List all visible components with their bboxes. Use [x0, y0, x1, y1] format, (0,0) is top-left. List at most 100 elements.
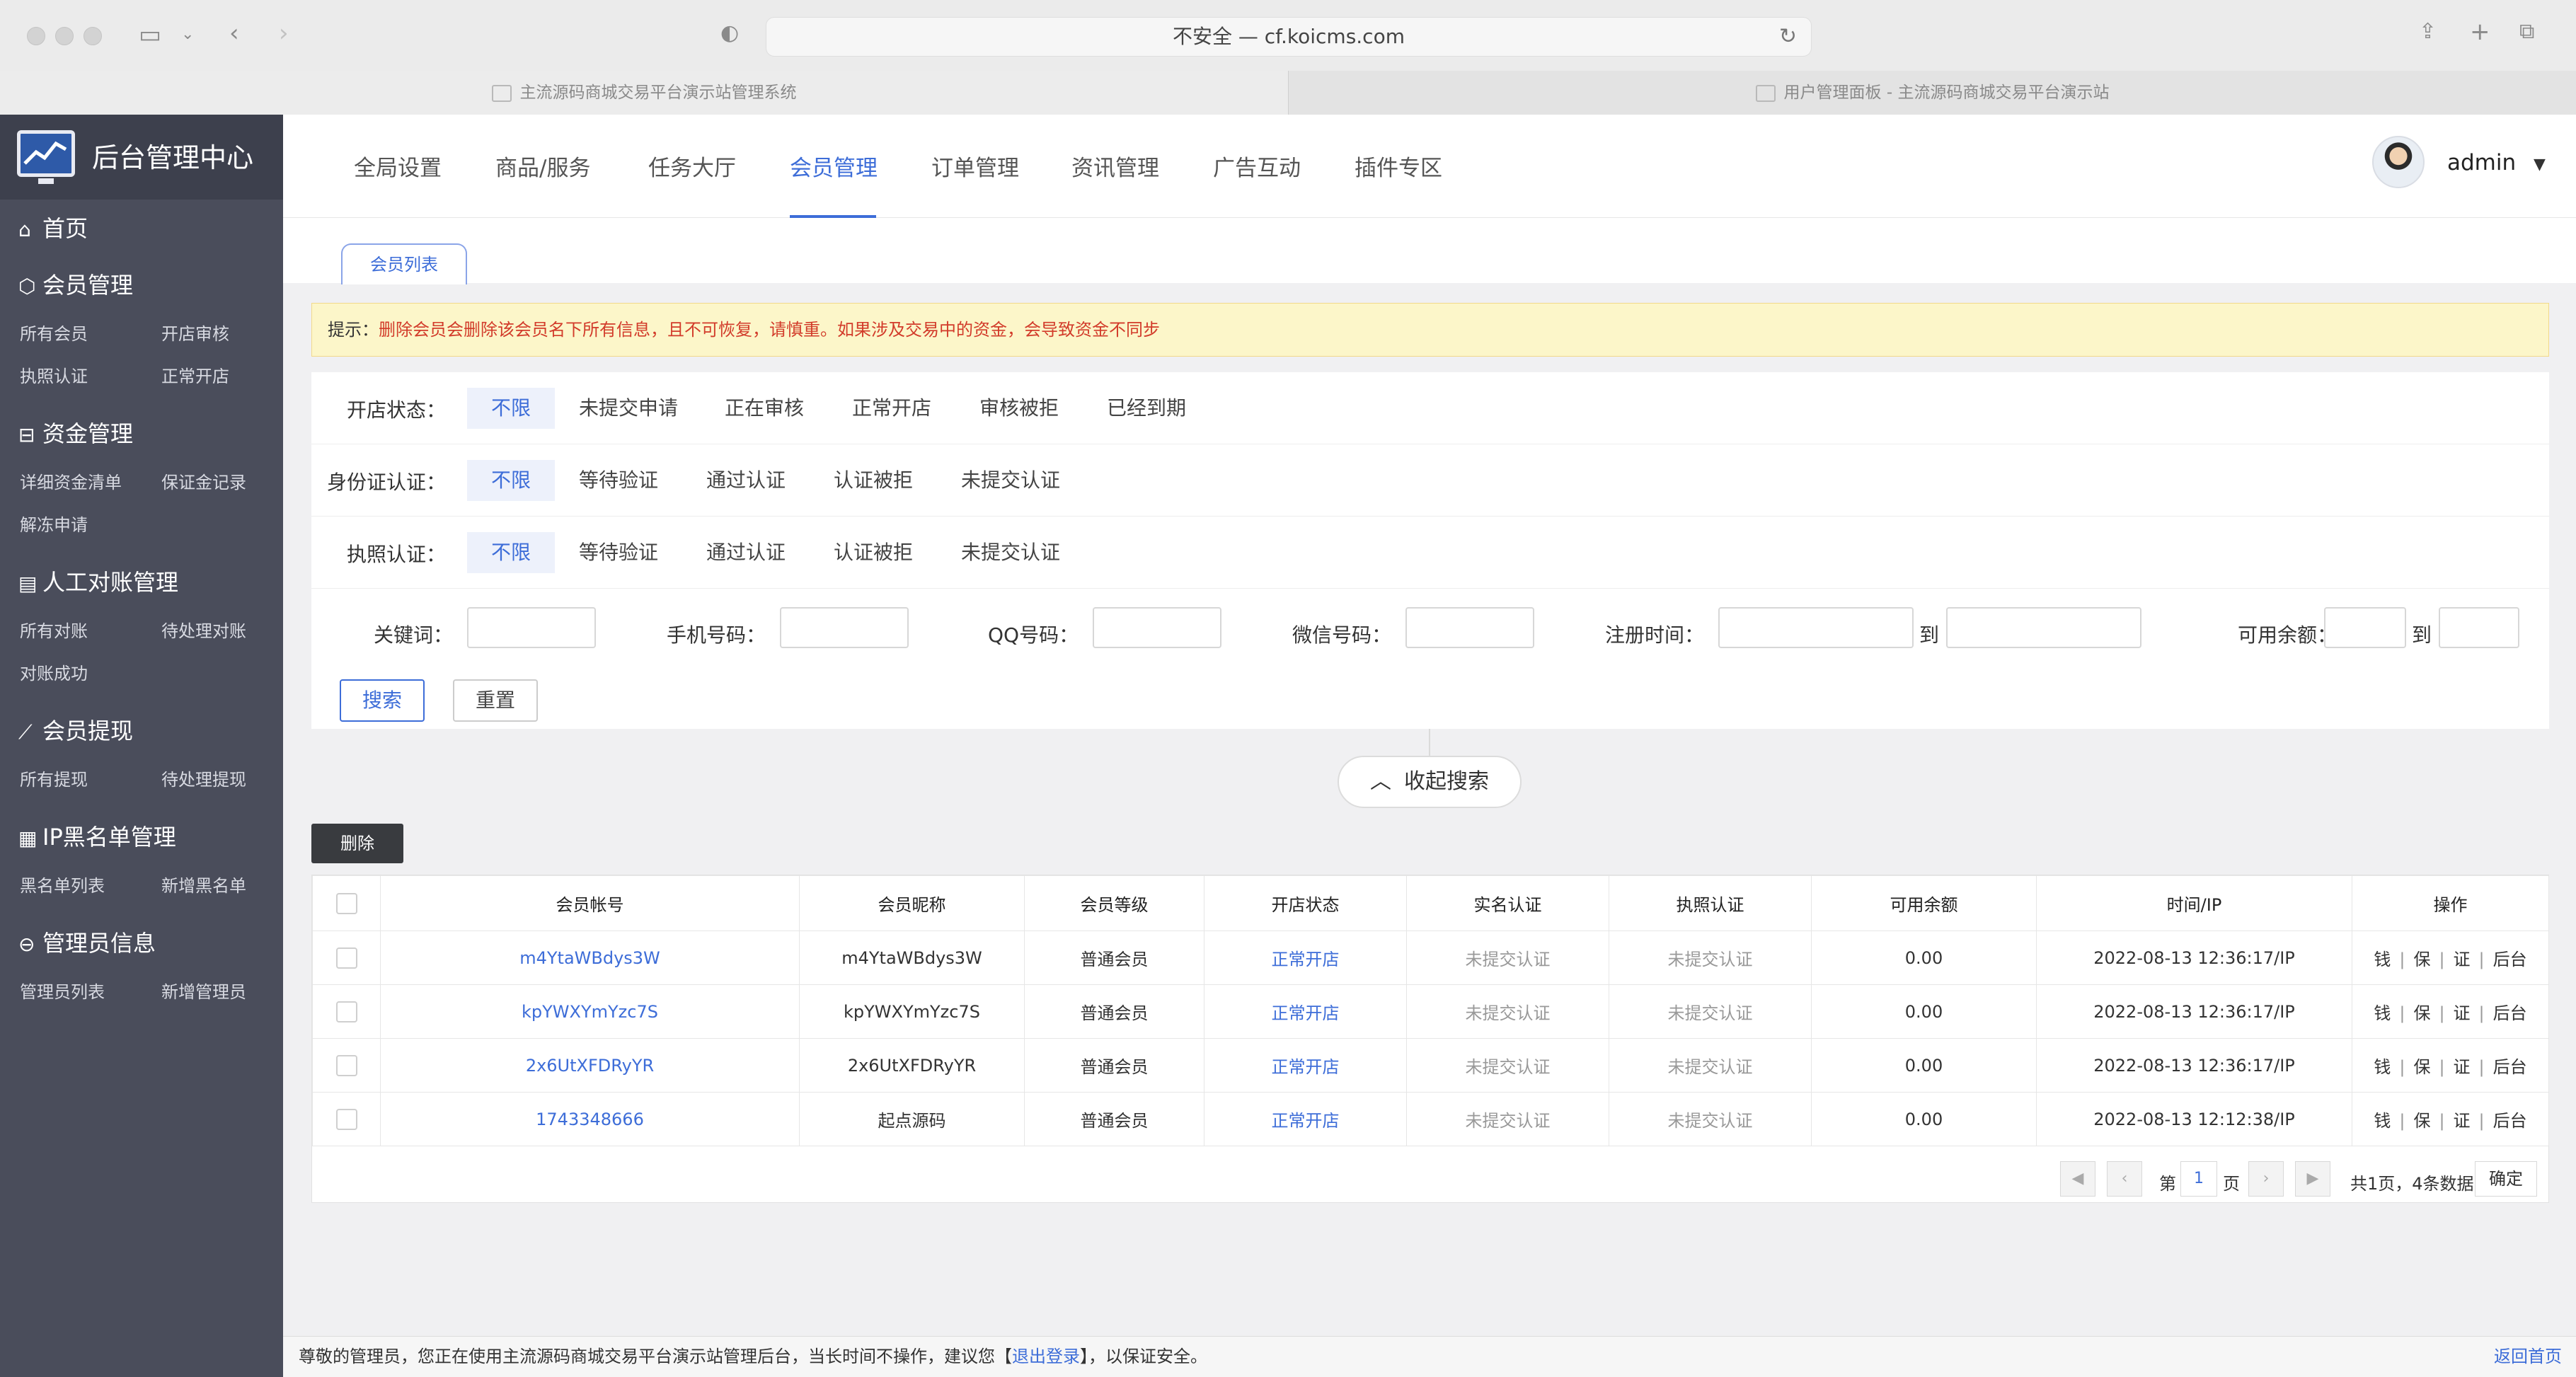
- deposit-action[interactable]: 保: [2413, 1111, 2430, 1131]
- filter-option[interactable]: 等待验证: [555, 532, 682, 573]
- next-page-icon[interactable]: ›: [2248, 1161, 2284, 1197]
- page-number-input[interactable]: 1: [2180, 1161, 2217, 1197]
- nav-member-management[interactable]: 会员管理: [790, 150, 878, 182]
- share-icon[interactable]: ⇪: [2419, 21, 2437, 42]
- nav-products[interactable]: 商品/服务: [495, 150, 590, 182]
- money-action[interactable]: 钱: [2374, 950, 2391, 969]
- filter-option[interactable]: 审核被拒: [955, 388, 1083, 429]
- deposit-action[interactable]: 保: [2413, 1057, 2430, 1077]
- sidebar-group-ip-blacklist[interactable]: ▦ IP黑名单管理: [18, 819, 176, 852]
- nav-plugins[interactable]: 插件专区: [1355, 150, 1442, 182]
- sidebar-item-add-admin[interactable]: 新增管理员: [161, 978, 246, 1003]
- filter-option[interactable]: 未提交认证: [937, 460, 1084, 501]
- cert-action[interactable]: 证: [2454, 1057, 2471, 1077]
- tab-overview-icon[interactable]: ⧉: [2519, 21, 2534, 42]
- deposit-action[interactable]: 保: [2413, 950, 2430, 969]
- search-button[interactable]: 搜索: [340, 679, 425, 722]
- balance-min-input[interactable]: [2324, 607, 2406, 648]
- sidebar-item-license[interactable]: 执照认证: [20, 362, 88, 387]
- sidebar-item-pending-reconcile[interactable]: 待处理对账: [161, 617, 246, 642]
- sidebar-item-fund-list[interactable]: 详细资金清单: [20, 468, 122, 493]
- shield-icon[interactable]: ◐: [720, 23, 739, 44]
- user-name[interactable]: admin: [2447, 150, 2516, 175]
- zoom-window-button[interactable]: [84, 27, 102, 45]
- close-window-button[interactable]: [27, 27, 45, 45]
- reset-button[interactable]: 重置: [453, 679, 538, 722]
- sidebar-item-add-blacklist[interactable]: 新增黑名单: [161, 872, 246, 897]
- cert-action[interactable]: 证: [2454, 950, 2471, 969]
- deposit-action[interactable]: 保: [2413, 1003, 2430, 1023]
- wechat-input[interactable]: [1405, 607, 1534, 648]
- money-action[interactable]: 钱: [2374, 1003, 2391, 1023]
- filter-option[interactable]: 已经到期: [1083, 388, 1210, 429]
- qq-input[interactable]: [1093, 607, 1221, 648]
- backend-action[interactable]: 后台: [2493, 1057, 2527, 1077]
- nav-news[interactable]: 资讯管理: [1071, 150, 1159, 182]
- sidebar-group-funds[interactable]: ⊟ 资金管理: [18, 416, 133, 449]
- reload-icon[interactable]: ↻: [1779, 18, 1797, 56]
- avatar[interactable]: [2372, 136, 2425, 188]
- sidebar-item-blacklist[interactable]: 黑名单列表: [20, 872, 105, 897]
- filter-option[interactable]: 不限: [467, 532, 556, 573]
- nav-orders[interactable]: 订单管理: [931, 150, 1019, 182]
- caret-down-icon[interactable]: ▼: [2534, 156, 2546, 173]
- forward-icon[interactable]: ›: [279, 21, 289, 45]
- row-checkbox[interactable]: [335, 947, 357, 969]
- member-account-link[interactable]: 1743348666: [380, 1092, 800, 1146]
- cert-action[interactable]: 证: [2454, 1003, 2471, 1023]
- filter-option[interactable]: 不限: [467, 460, 556, 501]
- back-home-link[interactable]: 返回首页: [2494, 1337, 2562, 1376]
- money-action[interactable]: 钱: [2374, 1057, 2391, 1077]
- shop-status-link[interactable]: 正常开店: [1204, 1092, 1407, 1146]
- sidebar-group-member[interactable]: ⬡ 会员管理: [18, 267, 133, 300]
- phone-input[interactable]: [780, 607, 909, 648]
- sidebar-item-unfreeze[interactable]: 解冻申请: [20, 511, 88, 536]
- nav-ads[interactable]: 广告互动: [1213, 150, 1301, 182]
- sidebar-item-deposit[interactable]: 保证金记录: [161, 468, 246, 493]
- page-confirm-button[interactable]: 确定: [2475, 1161, 2537, 1197]
- logout-link[interactable]: 退出登录: [1012, 1347, 1080, 1366]
- backend-action[interactable]: 后台: [2493, 1003, 2527, 1023]
- shop-status-link[interactable]: 正常开店: [1204, 1038, 1407, 1093]
- browser-tab-2[interactable]: 用户管理面板 - 主流源码商城交易平台演示站: [1288, 71, 2576, 115]
- nav-global-settings[interactable]: 全局设置: [354, 150, 442, 182]
- reg-time-end-input[interactable]: [1946, 607, 2141, 648]
- shop-status-link[interactable]: 正常开店: [1204, 984, 1407, 1039]
- filter-option[interactable]: 认证被拒: [810, 460, 937, 501]
- member-account-link[interactable]: 2x6UtXFDRyYR: [380, 1038, 800, 1093]
- row-checkbox[interactable]: [335, 1108, 357, 1130]
- filter-option[interactable]: 通过认证: [682, 460, 810, 501]
- filter-option[interactable]: 未提交申请: [555, 388, 702, 429]
- backend-action[interactable]: 后台: [2493, 950, 2527, 969]
- sidebar-item-shop-review[interactable]: 开店审核: [161, 320, 229, 345]
- new-tab-icon[interactable]: +: [2470, 20, 2490, 44]
- select-all-checkbox[interactable]: [335, 892, 357, 914]
- minimize-window-button[interactable]: [55, 27, 74, 45]
- backend-action[interactable]: 后台: [2493, 1111, 2527, 1131]
- sidebar-item-all-reconcile[interactable]: 所有对账: [20, 617, 88, 642]
- money-action[interactable]: 钱: [2374, 1111, 2391, 1131]
- row-checkbox[interactable]: [335, 1001, 357, 1022]
- shop-status-link[interactable]: 正常开店: [1204, 931, 1407, 985]
- sidebar-item-reconcile-success[interactable]: 对账成功: [20, 659, 88, 684]
- sidebar-group-reconcile[interactable]: ▤ 人工对账管理: [18, 565, 178, 597]
- member-account-link[interactable]: kpYWXYmYzc7S: [380, 984, 800, 1039]
- address-bar[interactable]: 不安全 — cf.koicms.com ↻: [766, 17, 1812, 57]
- collapse-search-button[interactable]: ︿ 收起搜索: [1338, 756, 1522, 808]
- first-page-icon[interactable]: ◀: [2060, 1161, 2095, 1197]
- reg-time-start-input[interactable]: [1718, 607, 1914, 648]
- sidebar-item-pending-withdraw[interactable]: 待处理提现: [161, 766, 246, 790]
- filter-option[interactable]: 等待验证: [555, 460, 682, 501]
- filter-option[interactable]: 未提交认证: [937, 532, 1084, 573]
- row-checkbox[interactable]: [335, 1054, 357, 1076]
- filter-option[interactable]: 通过认证: [682, 532, 810, 573]
- browser-tab-1[interactable]: 主流源码商城交易平台演示站管理系统: [0, 71, 1288, 115]
- balance-max-input[interactable]: [2439, 607, 2519, 648]
- sidebar-group-withdraw[interactable]: ⟋ 会员提现: [18, 713, 133, 746]
- prev-page-icon[interactable]: ‹: [2107, 1161, 2142, 1197]
- filter-option[interactable]: 不限: [467, 388, 556, 429]
- nav-task-hall[interactable]: 任务大厅: [648, 150, 736, 182]
- filter-option[interactable]: 认证被拒: [810, 532, 937, 573]
- sidebar-group-admin-info[interactable]: ⊖ 管理员信息: [18, 926, 156, 958]
- sidebar-item-home[interactable]: ⌂ 首页: [18, 211, 88, 243]
